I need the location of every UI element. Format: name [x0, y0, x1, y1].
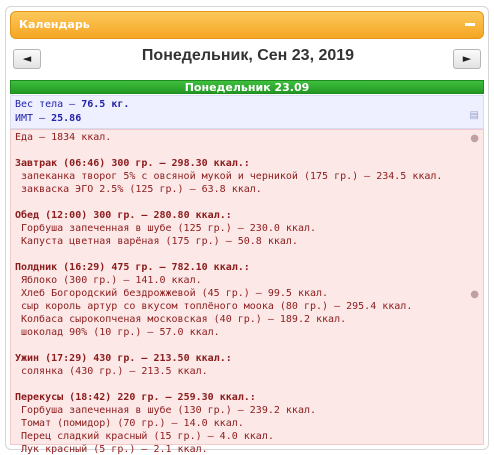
meal-item: Томат (помидор) (70 гр.) — 14.0 ккал. [21, 418, 244, 429]
meal-item: Лук красный (5 гр.) — 2.1 ккал. [21, 444, 208, 455]
snack-edit-icon[interactable]: ● [470, 289, 479, 300]
meal-item: сыр король артур со вкусом топлёного моо… [21, 301, 413, 312]
meal-item: Колбаса сырокопченая московская (40 гр.)… [21, 314, 347, 325]
food-panel: ● ● Еда — 1834 ккал. Завтрак (06:46) 300… [10, 129, 484, 455]
meal-item: Горбуша запеченная в шубе (125 гр.) — 23… [21, 223, 317, 234]
bmi-value: 25.86 [51, 113, 82, 124]
weight-label: Вес тела — [15, 99, 82, 110]
weight-line: Вес тела — 76.5 кг. [15, 99, 129, 110]
food-total: Еда — 1834 ккал. [15, 132, 112, 143]
prev-day-button[interactable]: ◄ [13, 49, 41, 69]
meal-title-dinner: Ужин (17:29) 430 гр. — 213.50 ккал.: [15, 353, 232, 364]
meal-item: шоколад 90% (10 гр.) — 57.0 ккал. [21, 327, 220, 338]
weight-value: 76.5 кг. [81, 99, 130, 110]
widget-titlebar: Календарь [10, 11, 484, 39]
meal-item: запеканка творог 5% с овсяной мукой и че… [21, 171, 443, 182]
meal-title-lunch: Обед (12:00) 300 гр. — 280.80 ккал.: [15, 210, 232, 221]
meal-item: Хлеб Богородский бездрожжевой (45 гр.) —… [21, 288, 329, 299]
meal-title-breakfast: Завтрак (06:46) 300 гр. — 298.30 ккал.: [15, 158, 250, 169]
minimize-icon[interactable] [465, 23, 475, 26]
weight-edit-icon[interactable]: ▤ [470, 110, 479, 121]
meal-item: солянка (430 гр.) — 213.5 ккал. [21, 366, 208, 377]
meal-item: закваска ЭГО 2.5% (125 гр.) — 63.8 ккал. [21, 184, 262, 195]
meal-item: Горбуша запеченная в шубе (130 гр.) — 23… [21, 405, 317, 416]
next-day-button[interactable]: ► [453, 49, 481, 69]
widget-title: Календарь [19, 18, 90, 31]
body-metrics-panel: Вес тела — 76.5 кг. ИМТ — 25.86 ▤ [10, 95, 484, 129]
meal-item: Яблоко (300 гр.) — 141.0 ккал. [21, 275, 202, 286]
bmi-line: ИМТ — 25.86 [15, 113, 81, 124]
meal-title-snacks: Перекусы (18:42) 220 гр. — 259.30 ккал.: [15, 392, 256, 403]
meal-item: Капуста цветная варёная (175 гр.) — 50.8… [21, 236, 298, 247]
calendar-widget: Календарь ◄ Понедельник, Сен 23, 2019 ► … [5, 6, 489, 455]
current-date-title: Понедельник, Сен 23, 2019 [141, 47, 355, 64]
food-edit-icon[interactable]: ● [470, 133, 479, 144]
meal-title-afternoon: Полдник (16:29) 475 гр. — 782.10 ккал.: [15, 262, 250, 273]
meal-item: Перец сладкий красный (15 гр.) — 4.0 кка… [21, 431, 274, 442]
bmi-label: ИМТ — [15, 113, 52, 124]
day-header: Понедельник 23.09 [10, 80, 484, 94]
